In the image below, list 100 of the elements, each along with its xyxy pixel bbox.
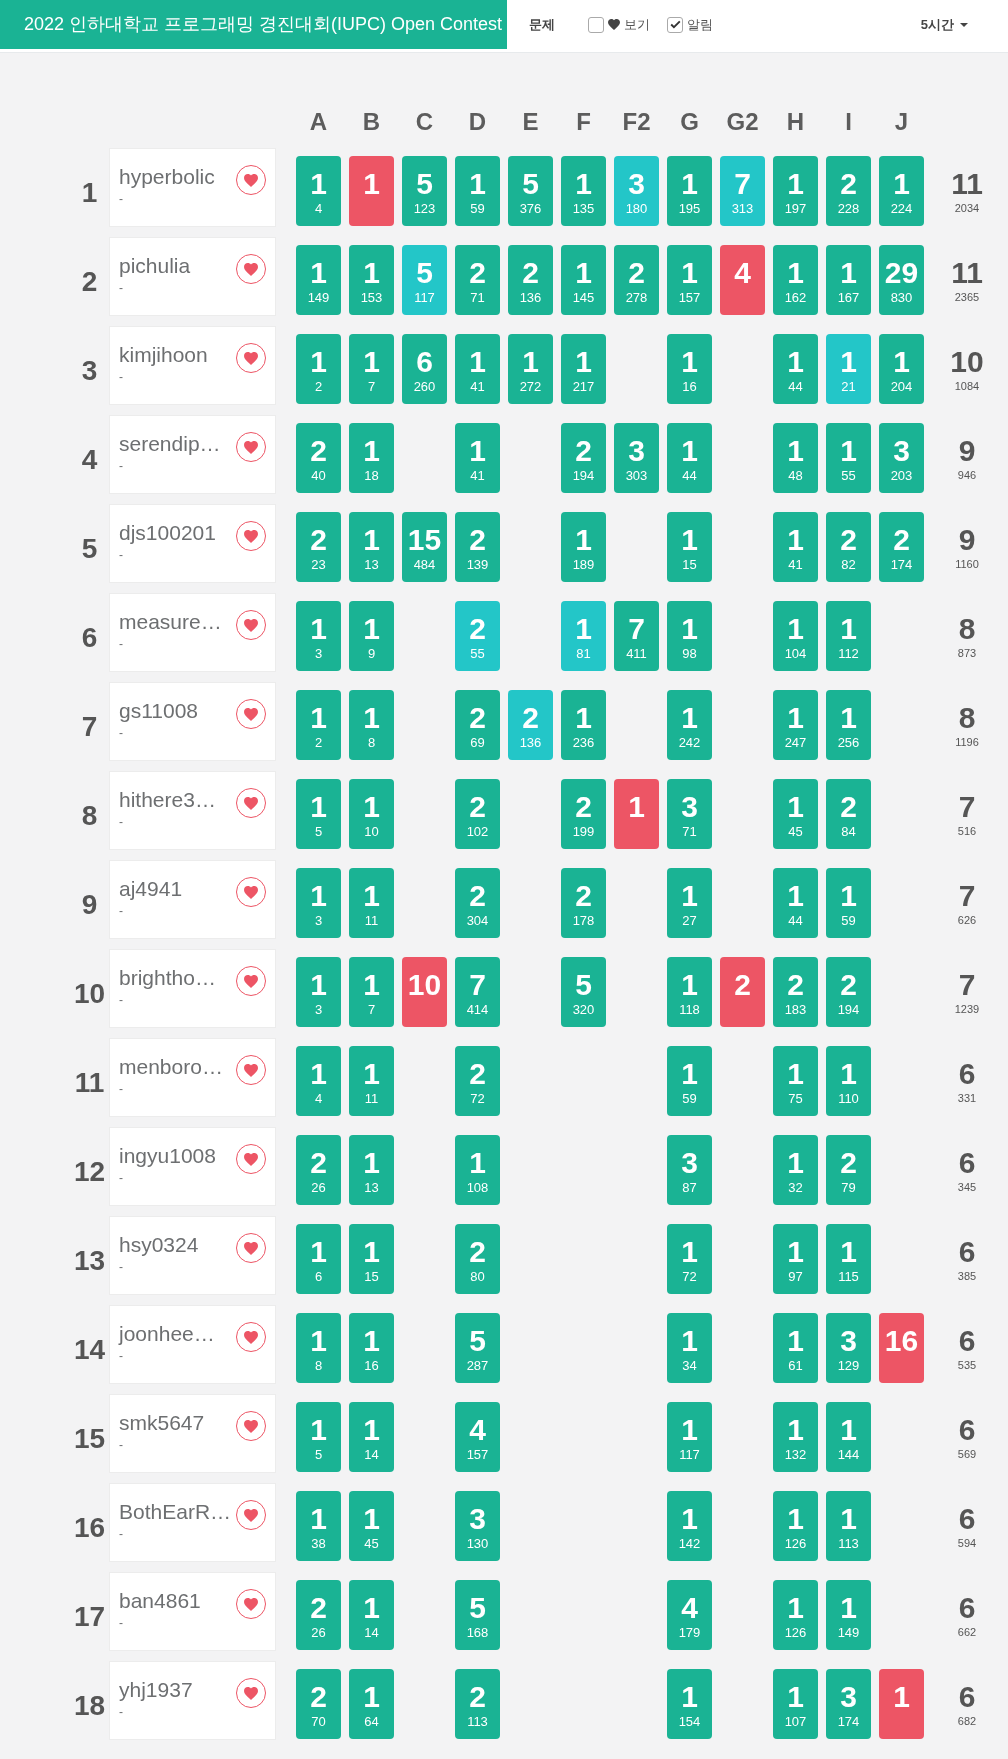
attempt-count: 1 xyxy=(840,258,857,288)
contestant-name: gs11008 xyxy=(119,698,199,723)
attempt-count: 1 xyxy=(310,703,327,733)
attempt-count: 15 xyxy=(407,525,442,555)
favorite-button[interactable] xyxy=(236,788,266,818)
heart-icon xyxy=(244,1152,258,1166)
attempt-count: 1 xyxy=(681,258,698,288)
solve-time: 174 xyxy=(837,1715,860,1728)
attempt-count: 2 xyxy=(469,792,486,822)
solve-time: 194 xyxy=(572,469,595,482)
solve-time: 287 xyxy=(466,1359,489,1372)
attempt-count: 2 xyxy=(310,1682,327,1712)
solve-time: 144 xyxy=(837,1448,860,1461)
favorite-button[interactable] xyxy=(236,165,266,195)
problem-label: H xyxy=(785,107,806,137)
solve-time: 45 xyxy=(364,1537,379,1550)
contestant-name: djs100201 xyxy=(119,520,216,545)
solved-count: 6 xyxy=(958,1059,976,1089)
solve-time: 61 xyxy=(788,1359,803,1372)
attempt-count: 3 xyxy=(628,169,645,199)
solved-count: 6 xyxy=(958,1504,976,1534)
favorite-button[interactable] xyxy=(236,343,266,373)
solved-count: 9 xyxy=(958,525,976,555)
checkbox[interactable] xyxy=(588,16,604,33)
attempt-count: 1 xyxy=(787,1415,804,1445)
solved-count: 6 xyxy=(958,1148,976,1178)
attempt-count: 29 xyxy=(884,258,919,288)
solve-time: 224 xyxy=(890,202,913,215)
attempt-count: 2 xyxy=(310,436,327,466)
favorite-button[interactable] xyxy=(236,1678,266,1708)
solve-time: 154 xyxy=(678,1715,701,1728)
attempt-count: 7 xyxy=(628,614,645,644)
solve-time: 135 xyxy=(572,202,595,215)
attempt-count: 1 xyxy=(681,1326,698,1356)
time-dropdown[interactable]: 5시간 xyxy=(920,14,968,35)
attempt-count: 1 xyxy=(310,970,327,1000)
solve-time: 102 xyxy=(466,825,489,838)
rank-number: 5 xyxy=(81,533,98,564)
solve-time: 304 xyxy=(466,914,489,927)
attempt-count: 3 xyxy=(628,436,645,466)
solve-time: 84 xyxy=(841,825,856,838)
solve-time: 183 xyxy=(784,1003,807,1016)
attempt-count: 1 xyxy=(363,703,380,733)
heart-icon xyxy=(244,885,258,899)
solve-time: 149 xyxy=(307,291,330,304)
favorite-button[interactable] xyxy=(236,432,266,462)
attempt-count: 5 xyxy=(416,258,433,288)
problems-link[interactable]: 문제 xyxy=(529,14,555,35)
solve-time: 80 xyxy=(470,1270,485,1283)
attempt-count: 1 xyxy=(363,169,380,199)
favorite-button[interactable] xyxy=(236,1411,266,1441)
favorite-button[interactable] xyxy=(236,966,266,996)
solve-time: 136 xyxy=(519,291,542,304)
attempt-count: 1 xyxy=(840,1504,857,1534)
problem-label: I xyxy=(844,107,853,137)
solve-time: 75 xyxy=(788,1092,803,1105)
favorite-button[interactable] xyxy=(236,877,266,907)
attempt-count: 3 xyxy=(840,1326,857,1356)
favorite-button[interactable] xyxy=(236,1589,266,1619)
favorite-button[interactable] xyxy=(236,1144,266,1174)
heart-icon xyxy=(244,618,258,632)
heart-icon xyxy=(244,1419,258,1433)
affiliation-text: - xyxy=(119,1438,123,1452)
favorite-button[interactable] xyxy=(236,1055,266,1085)
solve-time: 16 xyxy=(364,1359,379,1372)
attempt-count: 16 xyxy=(884,1326,919,1356)
attempt-count: 2 xyxy=(310,1148,327,1178)
solve-time: 117 xyxy=(679,1448,700,1461)
solve-time: 11 xyxy=(364,1092,379,1105)
solve-time: 45 xyxy=(788,825,803,838)
attempt-count: 3 xyxy=(840,1682,857,1712)
attempt-count: 4 xyxy=(734,258,751,288)
contestant-name: kimjihoon xyxy=(119,342,208,367)
favorite-button[interactable] xyxy=(236,699,266,729)
solve-time: 97 xyxy=(788,1270,803,1283)
solve-time: 129 xyxy=(837,1359,860,1372)
problem-label: F2 xyxy=(621,107,652,137)
attempt-count: 1 xyxy=(840,614,857,644)
checkbox[interactable] xyxy=(667,16,683,33)
penalty-time: 569 xyxy=(957,1449,977,1460)
penalty-time: 385 xyxy=(957,1271,977,1282)
solve-time: 8 xyxy=(367,736,376,749)
favorite-button[interactable] xyxy=(236,610,266,640)
favorite-button[interactable] xyxy=(236,1233,266,1263)
solve-time: 59 xyxy=(841,914,856,927)
attempt-count: 1 xyxy=(363,436,380,466)
favorite-button[interactable] xyxy=(236,1322,266,1352)
heart-icon xyxy=(244,1330,258,1344)
favorite-button[interactable] xyxy=(236,254,266,284)
attempt-count: 1 xyxy=(575,525,592,555)
attempt-count: 1 xyxy=(363,792,380,822)
heart-icon xyxy=(608,19,620,30)
favorite-button[interactable] xyxy=(236,521,266,551)
attempt-count: 1 xyxy=(681,614,698,644)
attempt-count: 1 xyxy=(681,970,698,1000)
rank-number: 14 xyxy=(73,1334,106,1365)
favorite-button[interactable] xyxy=(236,1500,266,1530)
penalty-time: 345 xyxy=(957,1182,977,1193)
solve-time: 34 xyxy=(682,1359,697,1372)
problem-label: A xyxy=(308,107,329,137)
